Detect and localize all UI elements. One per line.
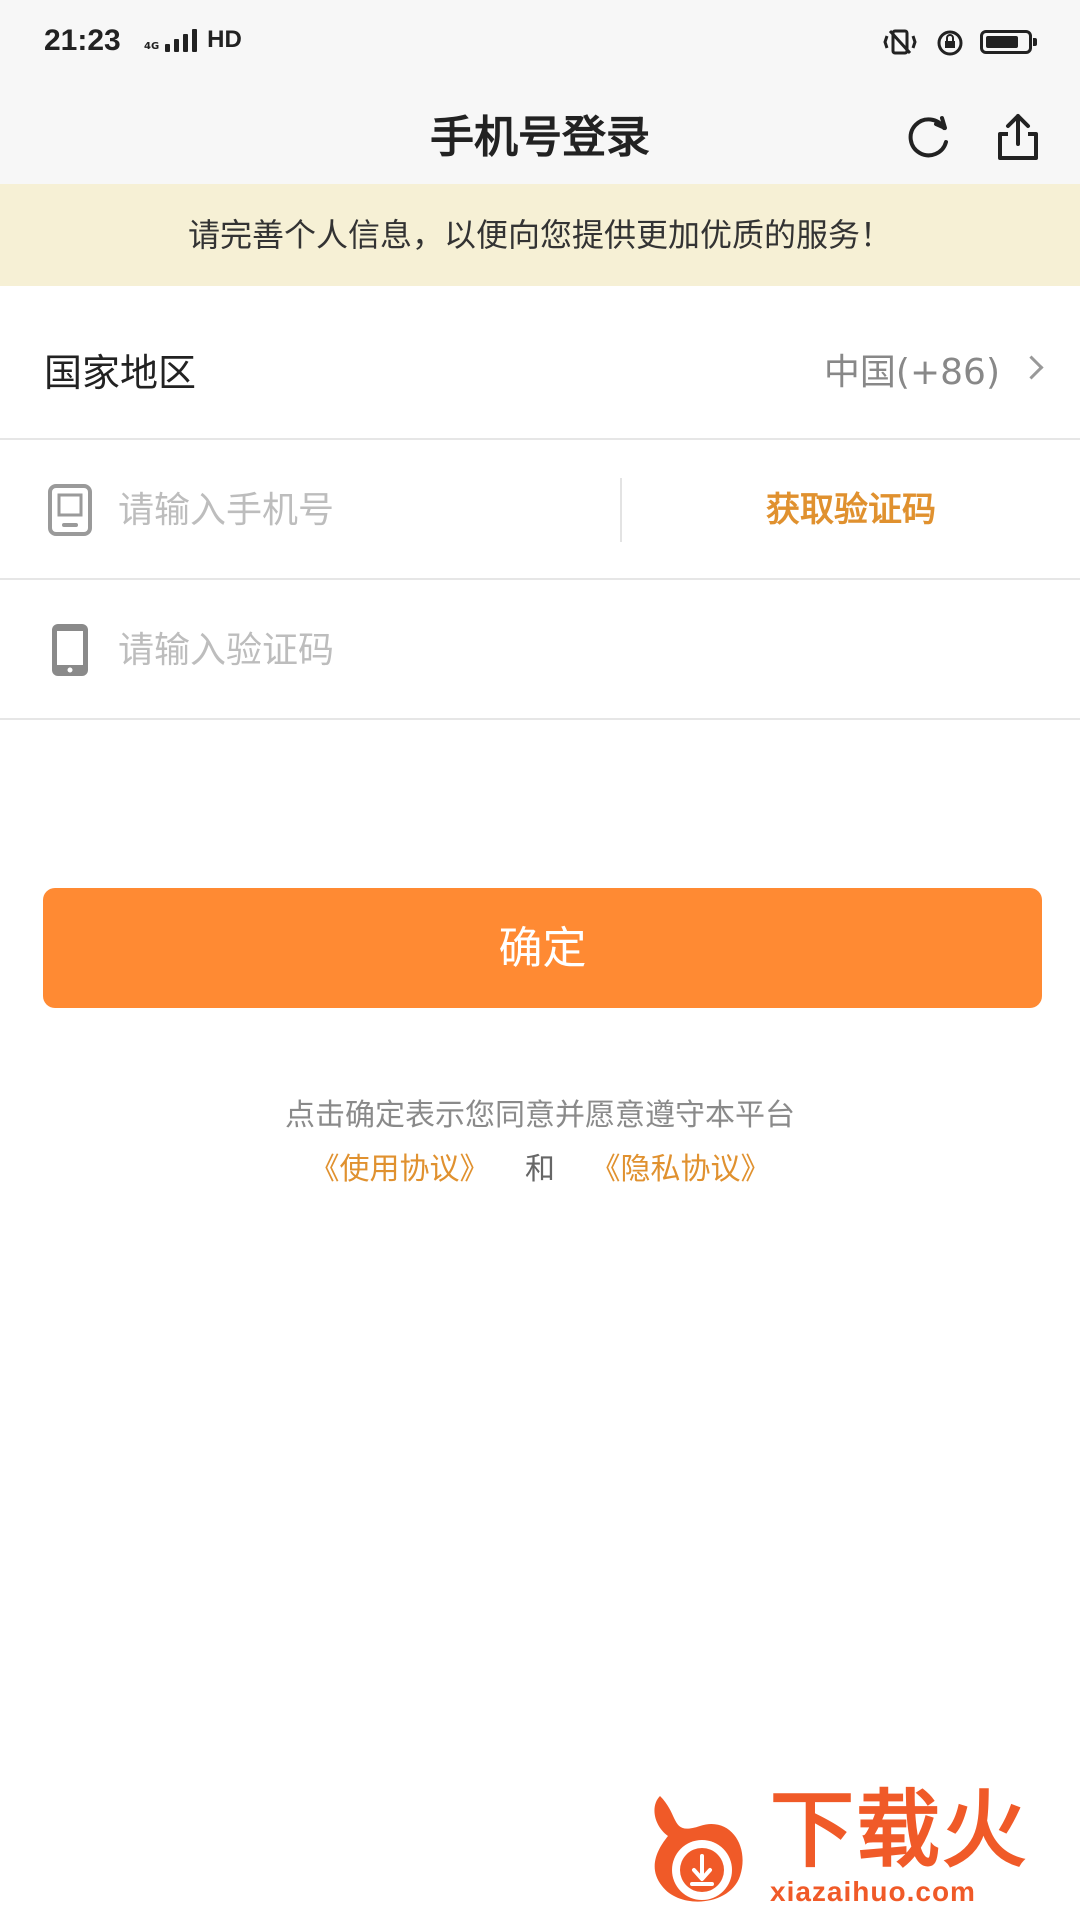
code-row (0, 580, 1080, 720)
status-icons (880, 26, 1037, 58)
region-label: 国家地区 (44, 351, 197, 395)
share-button[interactable] (986, 106, 1050, 170)
refresh-icon (908, 116, 948, 158)
nav-bar: 手机号登录 (0, 92, 1080, 184)
terms-link[interactable]: 《使用协议》 (309, 1152, 489, 1187)
refresh-button[interactable] (896, 106, 960, 170)
info-notice-banner: 请完善个人信息，以便向您提供更加优质的服务！ (0, 184, 1080, 286)
share-icon (998, 114, 1038, 160)
region-selector[interactable]: 国家地区 中国(+86) (0, 306, 1080, 440)
battery-icon (980, 30, 1037, 54)
mobile-icon (52, 624, 88, 676)
phone-row: 获取验证码 (0, 440, 1080, 580)
region-value: 中国(+86) (823, 352, 1000, 393)
and-text: 和 (525, 1152, 555, 1187)
vibrate-icon (883, 29, 917, 55)
agreement-links: 《使用协议》 和 《隐私协议》 (0, 1144, 1080, 1188)
signal-icon: 4G HD (144, 28, 242, 52)
status-time: 21:23 (44, 24, 121, 57)
watermark-text: 下载火 (770, 1781, 1029, 1879)
confirm-button[interactable]: 确定 (43, 888, 1042, 1008)
agreement-text: 点击确定表示您同意并愿意遵守本平台 (285, 1098, 795, 1133)
phone-icon (48, 484, 92, 536)
hd-label: HD (207, 26, 242, 53)
privacy-link[interactable]: 《隐私协议》 (591, 1152, 771, 1187)
phone-input[interactable] (118, 480, 598, 540)
watermark-url: xiazaihuo.com (770, 1876, 976, 1907)
flame-logo-icon (654, 1796, 743, 1902)
status-bar: 21:23 4G HD (0, 0, 1080, 92)
alarm-icon (937, 30, 963, 56)
chevron-right-icon (1019, 355, 1044, 380)
get-code-button[interactable]: 获取验证码 (622, 440, 1080, 580)
watermark: 下载火 xiazaihuo.com (640, 1780, 1080, 1920)
code-input[interactable] (118, 620, 598, 680)
network-type: 4G (144, 41, 160, 52)
